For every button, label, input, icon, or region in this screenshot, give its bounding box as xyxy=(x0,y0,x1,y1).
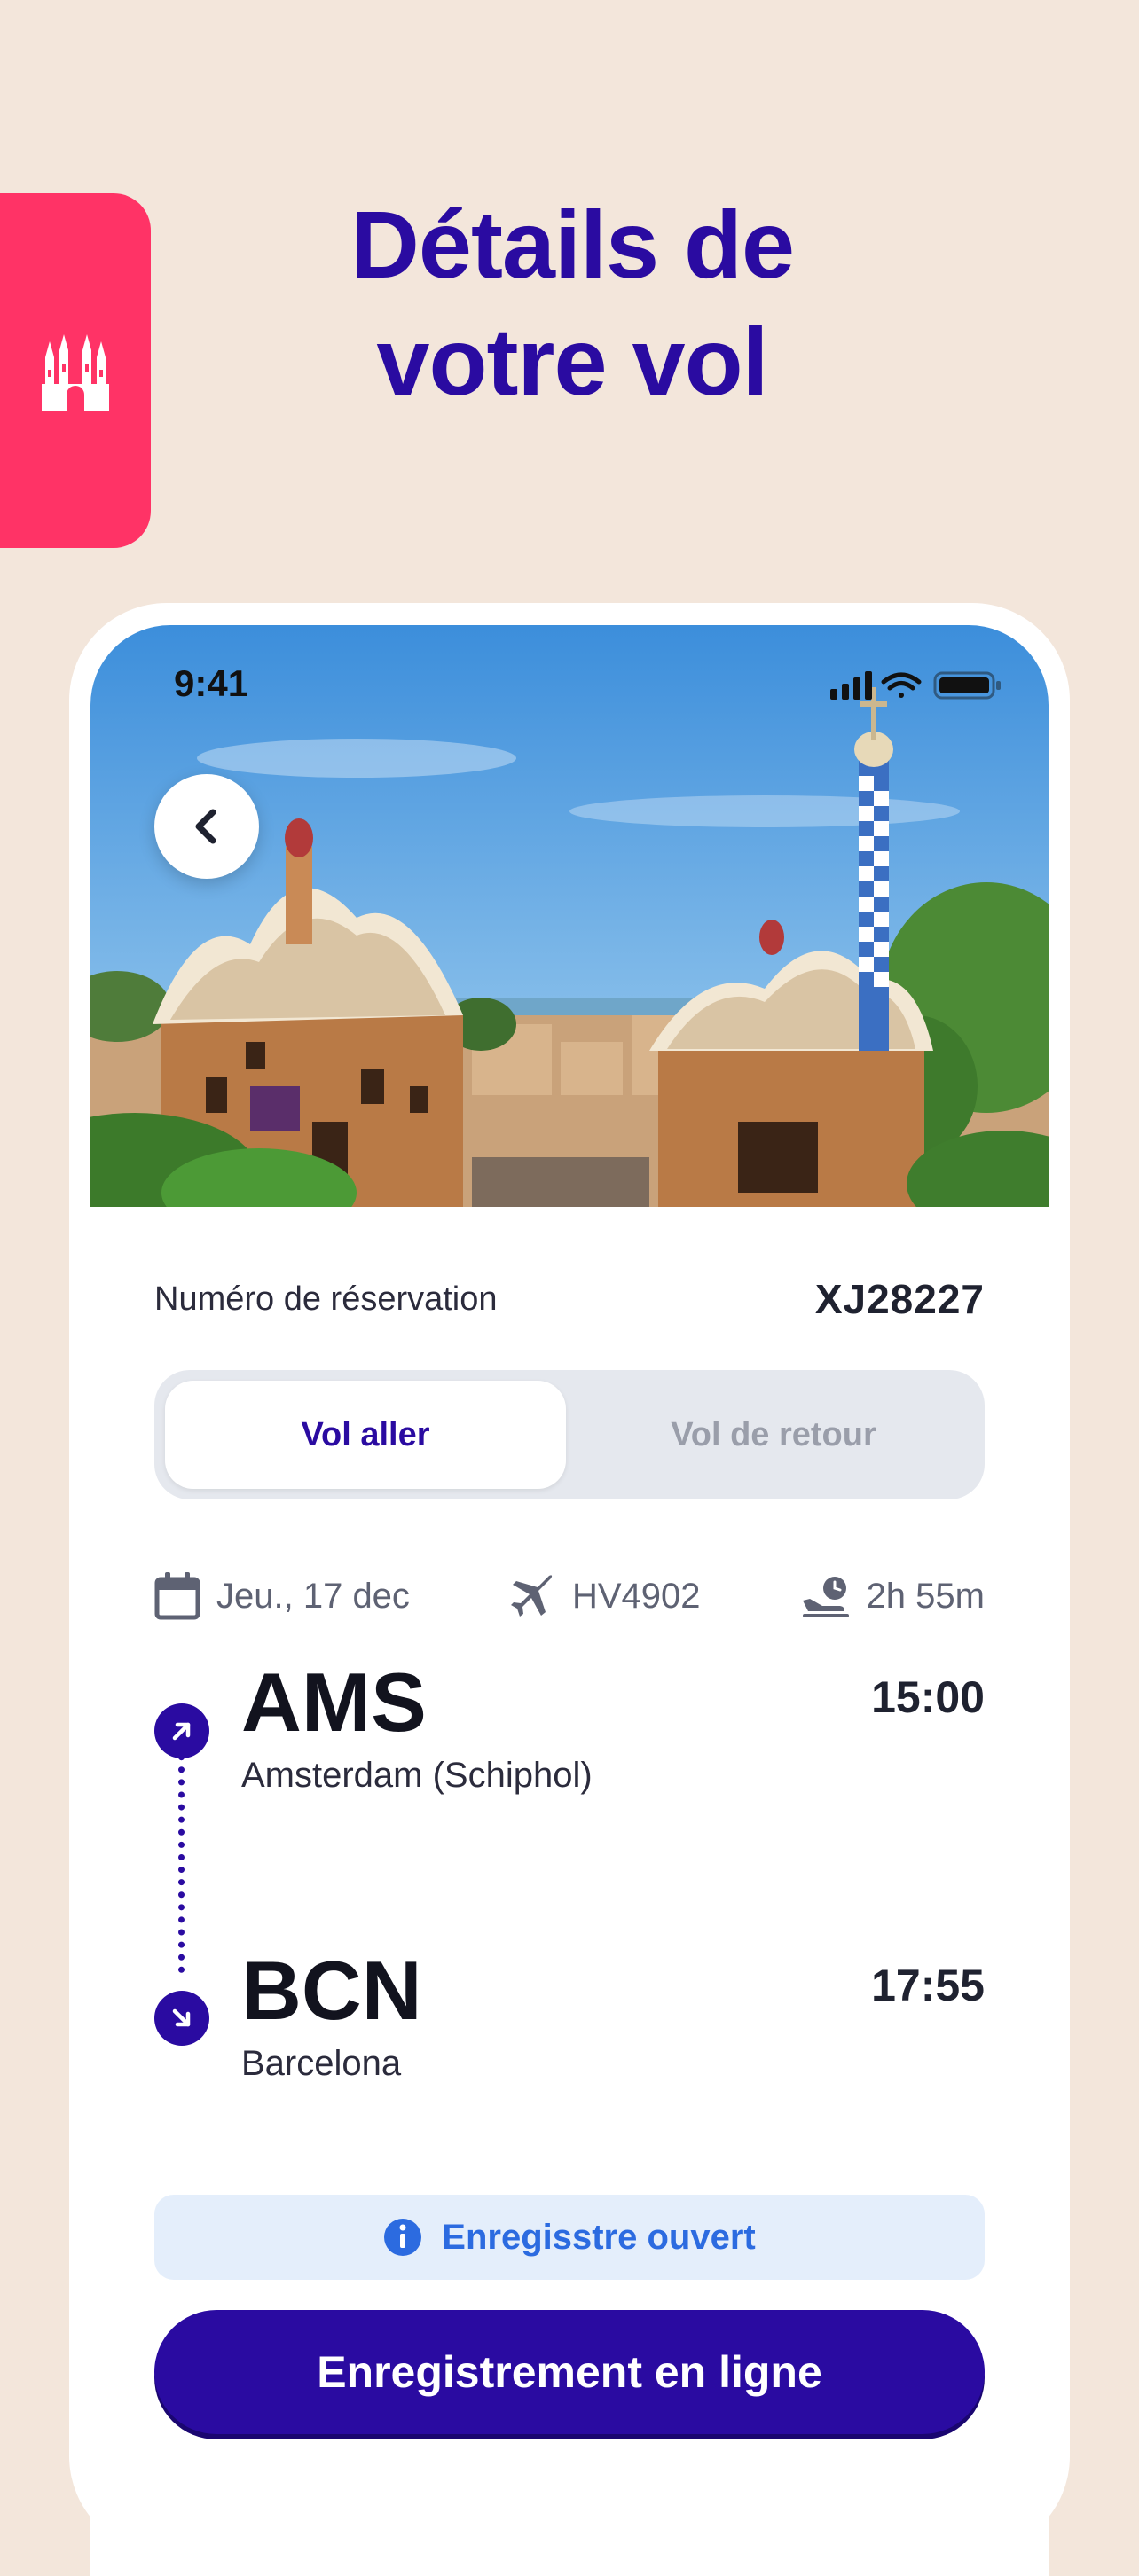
checkin-status-badge: Enregisstre ouvert xyxy=(154,2195,985,2280)
flight-duration: 2h 55m xyxy=(801,1574,985,1618)
route-dotted-line xyxy=(178,1729,185,1973)
flight-date: Jeu., 17 dec xyxy=(154,1572,410,1620)
headline-line-1: Détails de xyxy=(350,191,795,298)
flight-info-row: Jeu., 17 dec HV4902 2h 55m xyxy=(154,1565,985,1627)
departure-airport-code: AMS xyxy=(241,1656,427,1749)
battery-icon xyxy=(933,671,1001,700)
flight-number-text: HV4902 xyxy=(571,1576,701,1616)
sagrada-familia-icon xyxy=(42,334,109,411)
arrival-airport-code: BCN xyxy=(241,1944,422,2037)
tab-outbound-flight[interactable]: Vol aller xyxy=(165,1381,566,1489)
airplane-icon xyxy=(510,1575,553,1617)
arrival-city: Barcelona xyxy=(241,2044,402,2083)
destination-hero-image xyxy=(90,625,1049,1207)
reservation-label: Numéro de réservation xyxy=(154,1280,498,1318)
calendar-icon xyxy=(154,1572,200,1620)
arrow-up-right-icon xyxy=(172,1722,191,1741)
cellular-signal-icon xyxy=(830,671,872,700)
arrival-time: 17:55 xyxy=(871,1961,985,2010)
departure-time: 15:00 xyxy=(871,1672,985,1722)
headline-line-2: votre vol xyxy=(376,308,768,415)
destination-tag xyxy=(0,193,151,548)
phone-screen: 9:41 Numéro de réservation XJ28227 Vol a… xyxy=(90,625,1049,2576)
reservation-row: Numéro de réservation XJ28227 xyxy=(154,1272,985,1326)
back-button[interactable] xyxy=(154,774,259,879)
arrival-icon xyxy=(154,1991,209,2046)
flight-direction-toggle: Vol aller Vol de retour xyxy=(154,1370,985,1499)
status-bar-time: 9:41 xyxy=(174,662,249,704)
checkin-status-text: Enregisstre ouvert xyxy=(442,2217,756,2257)
wifi-icon xyxy=(881,672,922,698)
status-bar-icons xyxy=(830,669,1008,706)
landing-clock-icon xyxy=(802,1577,849,1617)
flight-duration-text: 2h 55m xyxy=(866,1576,985,1616)
flight-number: HV4902 xyxy=(510,1573,701,1619)
tab-return-flight[interactable]: Vol de retour xyxy=(573,1381,974,1489)
page-headline: Détails de votre vol xyxy=(195,186,949,420)
reservation-code: XJ28227 xyxy=(814,1276,985,1322)
departure-city: Amsterdam (Schiphol) xyxy=(241,1756,593,1795)
chevron-left-icon xyxy=(195,809,216,844)
info-icon xyxy=(384,2219,422,2256)
departure-icon xyxy=(154,1703,209,1758)
online-checkin-button[interactable]: Enregistrement en ligne xyxy=(154,2310,985,2434)
flight-date-text: Jeu., 17 dec xyxy=(216,1576,410,1616)
arrow-down-right-icon xyxy=(172,2008,191,2027)
